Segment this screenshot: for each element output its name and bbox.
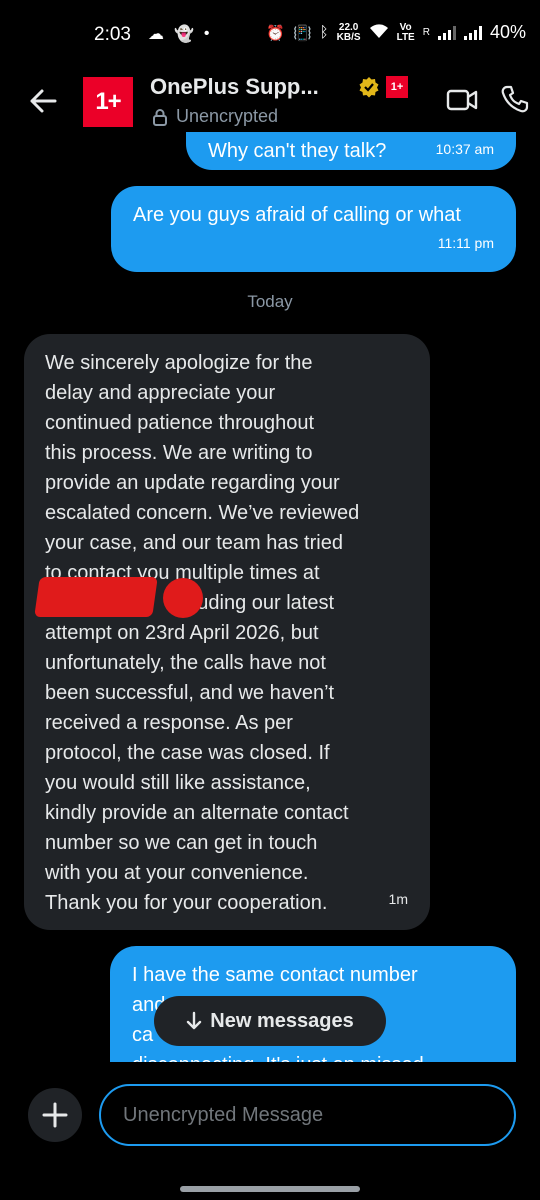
message-time: 1m — [388, 891, 408, 907]
date-separator: Today — [247, 292, 293, 311]
signal-icon-2 — [463, 25, 482, 40]
status-bar: 2:03 ☁ 👻 • ⏰ 📳 ᛒ 22.0 KB/S Vo LTE R 40% — [0, 0, 540, 70]
message-line: Thank you for your cooperation. — [45, 892, 328, 914]
message-line: this process. We are writing to — [45, 442, 313, 464]
new-messages-button[interactable]: New messages — [154, 996, 386, 1046]
message-line: unfortunately, the calls have not — [45, 652, 326, 674]
signal-icon-1 — [437, 25, 456, 40]
message-line: provide an update regarding your — [45, 472, 340, 494]
message-line: We sincerely apologize for the — [45, 352, 313, 374]
cloud-icon: ☁ — [148, 26, 164, 43]
dot-icon: • — [203, 25, 210, 42]
message-line: been successful, and we haven’t — [45, 682, 335, 704]
add-attachment-button[interactable] — [28, 1088, 82, 1142]
message-line: disconnecting. It's just an missed — [132, 1050, 494, 1062]
avatar[interactable]: 1+ — [83, 77, 133, 127]
arrow-down-icon — [187, 1011, 202, 1030]
battery-level: 40% — [489, 22, 526, 42]
message-line: escalated concern. We’ve reviewed — [45, 502, 360, 524]
video-call-icon[interactable] — [446, 87, 478, 113]
message-line: kindly provide an alternate contact — [45, 802, 349, 824]
message-bubble-outgoing-partial[interactable]: Why can't they talk? 10:37 am — [186, 132, 516, 170]
message-line: your case, and our team has tried — [45, 532, 343, 554]
phone-call-icon[interactable] — [500, 84, 530, 114]
plus-icon — [42, 1102, 68, 1128]
message-line: delay and appreciate your — [45, 382, 276, 404]
alarm-icon: ⏰ — [266, 24, 285, 42]
lock-icon — [153, 108, 167, 126]
message-line: protocol, the case was closed. If — [45, 742, 330, 764]
back-arrow-icon[interactable] — [28, 86, 58, 116]
home-indicator[interactable] — [180, 1186, 360, 1192]
encryption-status: Unencrypted — [152, 106, 278, 127]
snapchat-icon: 👻 — [174, 26, 194, 43]
message-bubble-outgoing[interactable]: Are you guys afraid of calling or what 1… — [111, 186, 516, 272]
verified-badge-icon — [359, 77, 379, 98]
message-line: number so we can get in touch — [45, 832, 318, 854]
message-line: I have the same contact number — [132, 964, 418, 986]
message-bubble-incoming[interactable]: We sincerely apologize for the delay and … — [24, 334, 430, 930]
vibrate-icon: 📳 — [292, 24, 312, 42]
message-line: received a response. As per — [45, 712, 293, 734]
network-speed: 22.0 KB/S — [336, 21, 361, 43]
oneplus-logo: 1+ — [95, 88, 121, 115]
volte-indicator: Vo LTE — [396, 21, 415, 43]
message-line: you would still like assistance, — [45, 772, 311, 794]
message-input[interactable] — [99, 1084, 516, 1146]
message-text: We sincerely apologize for the delay and … — [45, 348, 409, 918]
wifi-icon — [369, 23, 389, 43]
contact-name[interactable]: OnePlus Supp... — [150, 74, 319, 100]
affiliate-badge: 1+ — [386, 76, 408, 98]
message-text: Are you guys afraid of calling or what — [133, 204, 461, 226]
clock: 2:03 — [94, 24, 131, 45]
sim-roaming-tag: R — [422, 27, 430, 38]
message-time: 11:11 pm — [437, 235, 494, 251]
bluetooth-icon: ᛒ — [319, 24, 329, 41]
message-line: attempt on 23rd April 2026, but — [45, 622, 319, 644]
redaction-mark — [163, 578, 203, 618]
chat-header: 1+ OnePlus Supp... 1+ Unencrypted — [0, 70, 540, 132]
message-line: with you at your convenience. — [45, 862, 309, 884]
redaction-mark — [34, 577, 158, 617]
message-line: continued patience throughout — [45, 412, 315, 434]
